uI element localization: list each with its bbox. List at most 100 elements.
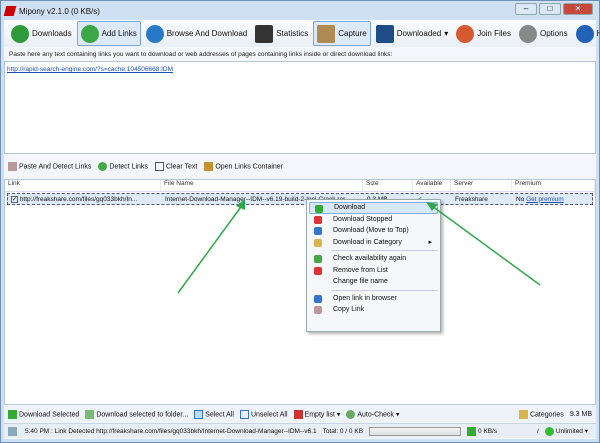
minimize-button[interactable]: – [515,3,537,15]
toolbar-options-button[interactable]: Options [516,21,571,46]
menu-item-change-file-name[interactable]: Change file name [309,276,438,288]
row-checkbox[interactable]: ✓ [11,195,18,203]
paste-and-detect-button[interactable]: Paste And Detect Links [8,161,91,171]
menu-item-icon [314,306,322,314]
toolbar-add-links-button[interactable]: Add Links [76,21,141,46]
menu-item-icon [314,294,322,303]
cell-premium: No Get premium [513,195,592,203]
menu-item-icon [314,238,322,247]
label: Open link in browser [333,294,397,302]
categories-icon [518,409,528,419]
progress-bar [369,426,462,436]
menu-item-icon [314,255,322,263]
col-available[interactable]: Available [413,180,451,191]
label: Select All [205,410,234,418]
col-file-name[interactable]: File Name [161,180,363,191]
checkbox-empty-icon [239,409,249,419]
auto-check-button[interactable]: Auto-Check ▾ [346,409,399,419]
col-premium[interactable]: Premium [512,180,595,191]
label: Remove from List [333,266,388,274]
menu-item-download-in-category[interactable]: Download in Category ▸ [309,237,438,249]
menu-item-icon [315,205,323,213]
menu-item-open-link-in-browser[interactable]: Open link in browser [309,293,438,305]
categories-button[interactable]: Categories [518,409,564,419]
toolbar-browse-and-download-button[interactable]: Browse And Download [143,21,251,46]
pasted-link[interactable]: http://rapid-search-engine.com/?s=cache:… [7,66,173,73]
detect-links-button[interactable]: Detect Links [98,161,148,171]
toolbar-capture-button[interactable]: Capture [313,21,371,46]
status-message: 5:40 PM : Link Detected http://freakshar… [25,427,317,435]
unselect-all-button[interactable]: Unselect All [239,409,288,419]
link-toolbar: Paste And Detect Links Detect Links Clea… [4,158,596,174]
context-menu: Download Download Stopped Download (Move t… [306,199,441,332]
speed-limit-dropdown[interactable]: Unlimited ▾ [544,426,588,436]
menu-item-icon [314,266,322,275]
close-button[interactable]: ✕ [563,3,593,15]
puzzle-icon [456,24,475,43]
label: Join Files [477,29,511,38]
label: Downloads [32,29,72,38]
folder-download-icon [85,409,95,419]
col-link[interactable]: Link [5,180,161,191]
paste-icon [8,161,17,171]
speed-value: 0 KB/s [478,427,498,435]
label: Add Links [101,29,137,38]
downloaded-icon [375,24,394,43]
get-premium-link[interactable]: Get premium [526,196,564,203]
table-row[interactable]: ✓ http://freakshare.com/files/gq033bkh/I… [7,193,593,205]
toolbar-join-files-button[interactable]: Join Files [453,21,514,46]
label: Capture [338,29,367,38]
status-icon [8,426,17,436]
downloads-globe-icon [11,24,29,43]
title-bar: Mipony v2.1.0 (0 KB/s) [3,4,100,18]
toolbar-downloads-button[interactable]: Downloads [8,21,75,46]
menu-item-download-move-to-top[interactable]: Download (Move to Top) [309,225,438,237]
label: Download selected to folder... [96,410,189,418]
dropdown-arrow-icon: ▾ [444,29,449,38]
menu-item-remove-from-list[interactable]: Remove from List [309,265,438,277]
label: Open Links Container [215,162,284,170]
label: Browse And Download [166,29,248,38]
empty-list-button[interactable]: Empty list ▾ [293,409,340,419]
cell-link: ✓ http://freakshare.com/files/gq033bkh/I… [8,195,162,203]
col-size[interactable]: Size [363,180,413,191]
download-to-folder-button[interactable]: Download selected to folder... [85,409,189,419]
menu-item-download[interactable]: Download [309,202,438,214]
toolbar-downloaded-button[interactable]: Downloaded ▾ [373,21,452,46]
download-selected-button[interactable]: Download Selected [8,409,79,419]
statistics-icon [255,24,274,43]
bottom-toolbar: Download Selected Download selected to f… [4,406,596,422]
label: Download (Move to Top) [333,227,409,235]
label: Change file name [333,278,388,286]
magnifier-icon [98,161,108,171]
open-links-container-button[interactable]: Open Links Container [204,161,284,171]
auto-check-icon [346,409,356,419]
clipboard-icon [317,24,336,43]
toolbar-help-button[interactable]: Help▾ [573,21,600,46]
box-icon [204,161,214,171]
menu-item-check-availability-again[interactable]: Check availability again [309,253,438,265]
globe-icon [145,24,164,43]
separator: / [537,427,539,435]
links-table: Link File Name Size Available Server Pre… [4,179,596,405]
menu-item-icon [314,278,322,286]
select-all-button[interactable]: Select All [194,409,234,419]
label: Download in Category [333,238,402,246]
col-server[interactable]: Server [451,180,512,191]
status-total: Total: 0 / 0 KB [322,427,364,435]
download-arrow-icon [467,426,477,436]
label: Auto-Check [357,410,394,418]
menu-item-icon [314,227,322,235]
maximize-button[interactable]: □ [539,3,561,15]
clear-text-button[interactable]: Clear Text [154,161,197,171]
menu-item-copy-link[interactable]: Copy Link [309,304,438,316]
download-arrow-icon [8,409,17,419]
main-toolbar: Downloads Add Links Browse And Download Sta… [4,20,600,47]
menu-item-download-stopped[interactable]: Download Stopped [309,214,438,226]
toolbar-statistics-button[interactable]: Statistics [252,21,311,46]
speed: 0 KB/s [467,426,498,436]
label: Unselect All [250,410,288,418]
limit-icon [544,426,554,436]
links-textarea[interactable]: http://rapid-search-engine.com/?s=cache:… [4,61,596,154]
label: Downloaded [396,29,442,38]
